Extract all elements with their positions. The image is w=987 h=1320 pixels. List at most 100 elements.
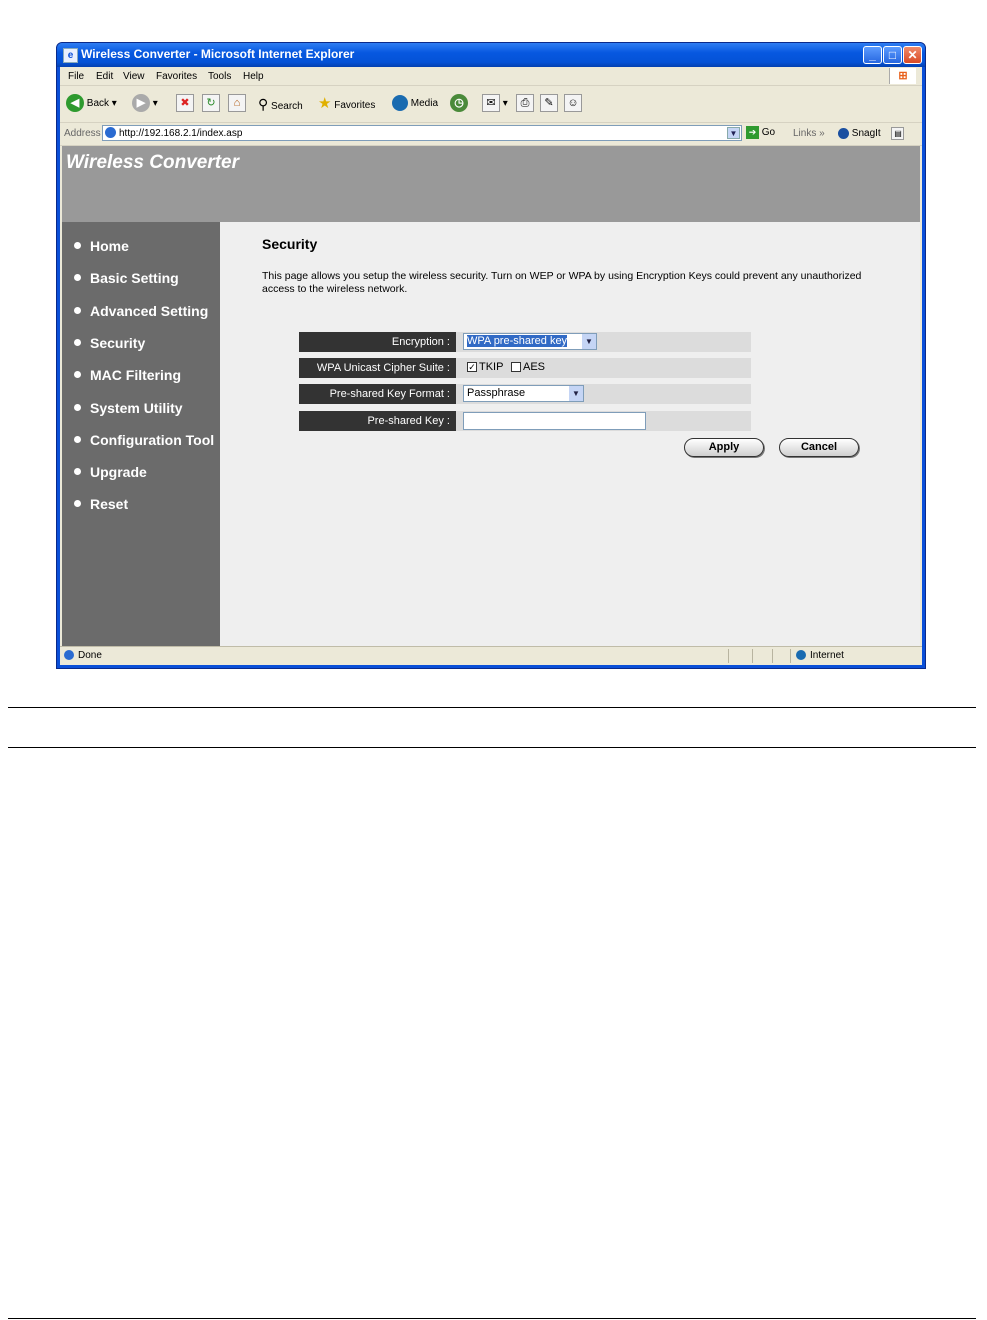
bullet-icon bbox=[74, 435, 81, 443]
tkip-label: TKIP bbox=[479, 361, 504, 373]
window-title: Wireless Converter - Microsoft Internet … bbox=[81, 47, 355, 61]
key-format-label: Pre-shared Key Format : bbox=[299, 384, 456, 404]
address-input[interactable]: http://192.168.2.1/index.asp ▼ bbox=[102, 125, 742, 141]
bullet-icon bbox=[74, 273, 81, 281]
refresh-icon: ↻ bbox=[202, 94, 220, 113]
status-bar: Done Internet bbox=[60, 646, 922, 665]
globe-icon bbox=[796, 650, 806, 661]
refresh-button[interactable]: ↻ bbox=[202, 94, 220, 114]
media-label: Media bbox=[410, 98, 439, 109]
menu-bar: File Edit View Favorites Tools Help ⊞ bbox=[60, 67, 922, 86]
nav-item-upgrade[interactable]: Upgrade bbox=[74, 464, 147, 480]
chevron-down-icon: ▼ bbox=[582, 334, 596, 349]
favorites-star-icon: ★ bbox=[318, 95, 332, 112]
forward-arrow-icon: ▶ bbox=[132, 94, 150, 113]
maximize-button[interactable]: □ bbox=[883, 46, 902, 64]
menu-favorites[interactable]: Favorites bbox=[156, 71, 197, 82]
chevron-down-icon: ▼ bbox=[569, 386, 583, 401]
menu-file[interactable]: File bbox=[68, 71, 84, 82]
snagit-icon bbox=[838, 128, 849, 139]
home-button[interactable]: ⌂ bbox=[228, 94, 246, 114]
aes-checkbox[interactable] bbox=[511, 362, 521, 372]
nav-item-reset[interactable]: Reset bbox=[74, 496, 128, 512]
media-button[interactable]: Media bbox=[392, 94, 438, 114]
cancel-button[interactable]: Cancel bbox=[779, 438, 859, 457]
browser-client: File Edit View Favorites Tools Help ⊞ ◀ … bbox=[60, 67, 922, 665]
ie-page-icon bbox=[105, 127, 116, 138]
page-rule bbox=[8, 1318, 976, 1319]
page-rule bbox=[8, 707, 976, 708]
nav-item-security[interactable]: Security bbox=[74, 335, 145, 351]
pre-shared-key-input[interactable] bbox=[463, 412, 646, 430]
ie-page-icon: e bbox=[63, 48, 78, 63]
edit-icon: ✎ bbox=[540, 94, 558, 113]
back-button[interactable]: ◀ Back ▾ bbox=[66, 94, 117, 114]
windows-logo-icon: ⊞ bbox=[889, 68, 916, 84]
favorites-label: Favorites bbox=[334, 100, 376, 111]
page-banner: Wireless Converter bbox=[62, 146, 920, 222]
encryption-label: Encryption : bbox=[299, 332, 456, 352]
mail-button[interactable]: ✉ ▾ bbox=[482, 94, 508, 114]
nav-item-mac-filtering[interactable]: MAC Filtering bbox=[74, 367, 181, 383]
bullet-icon bbox=[74, 403, 81, 411]
bullet-icon bbox=[74, 467, 81, 475]
media-globe-icon bbox=[392, 95, 408, 112]
search-label: Search bbox=[271, 101, 303, 112]
snagit-button[interactable]: SnagIt ▤ bbox=[838, 127, 905, 140]
minimize-button[interactable]: _ bbox=[863, 46, 882, 64]
menu-help[interactable]: Help bbox=[243, 71, 264, 82]
favorites-button[interactable]: ★ Favorites bbox=[318, 94, 375, 114]
nav-item-basic-setting[interactable]: Basic Setting bbox=[74, 270, 179, 286]
history-button[interactable]: ◷ bbox=[450, 94, 468, 114]
nav-item-home[interactable]: Home bbox=[74, 238, 129, 254]
nav-item-configuration-tool[interactable]: Configuration Tool bbox=[74, 432, 214, 448]
forward-button[interactable]: ▶ ▾ bbox=[132, 94, 158, 114]
browser-window: e Wireless Converter - Microsoft Interne… bbox=[56, 42, 926, 669]
sidebar-nav: Home Basic Setting Advanced Setting Secu… bbox=[62, 222, 220, 650]
go-button[interactable]: ➔ Go bbox=[746, 126, 775, 139]
snagit-window-icon[interactable]: ▤ bbox=[891, 127, 905, 140]
back-label: Back bbox=[86, 98, 110, 109]
ie-page-icon bbox=[64, 650, 74, 661]
messenger-button[interactable]: ☺ bbox=[564, 94, 582, 114]
bullet-icon bbox=[74, 499, 81, 507]
menu-edit[interactable]: Edit bbox=[96, 71, 113, 82]
close-button[interactable]: ✕ bbox=[903, 46, 922, 64]
go-label: Go bbox=[761, 127, 776, 139]
print-button[interactable]: ⎙ bbox=[516, 94, 534, 114]
banner-title: Wireless Converter bbox=[66, 152, 240, 173]
web-page: Wireless Converter Home Basic Setting Ad… bbox=[62, 146, 920, 650]
key-format-row: Pre-shared Key Format : Passphrase ▼ bbox=[299, 384, 751, 404]
tkip-checkbox[interactable]: ✓ bbox=[467, 362, 477, 372]
address-url: http://192.168.2.1/index.asp bbox=[119, 128, 243, 139]
page-rule bbox=[8, 747, 976, 748]
apply-button[interactable]: Apply bbox=[684, 438, 764, 457]
history-icon: ◷ bbox=[450, 94, 468, 113]
search-icon: ⚲ bbox=[258, 96, 269, 112]
bullet-icon bbox=[74, 306, 81, 314]
nav-item-advanced-setting[interactable]: Advanced Setting bbox=[74, 303, 208, 319]
print-icon: ⎙ bbox=[516, 94, 534, 113]
edit-button[interactable]: ✎ bbox=[540, 94, 558, 114]
pre-shared-key-label: Pre-shared Key : bbox=[299, 411, 456, 431]
security-zone: Internet bbox=[796, 650, 844, 661]
stop-icon: ✖ bbox=[176, 94, 194, 113]
go-arrow-icon: ➔ bbox=[746, 126, 759, 139]
address-dropdown-icon[interactable]: ▼ bbox=[727, 127, 740, 139]
back-arrow-icon: ◀ bbox=[66, 94, 84, 113]
search-button[interactable]: ⚲ Search bbox=[258, 94, 303, 114]
links-label[interactable]: Links » bbox=[793, 128, 825, 139]
nav-item-system-utility[interactable]: System Utility bbox=[74, 400, 183, 416]
key-format-select[interactable]: Passphrase ▼ bbox=[463, 385, 584, 402]
encryption-row: Encryption : WPA pre-shared key ▼ bbox=[299, 332, 751, 352]
status-divider bbox=[728, 649, 729, 663]
menu-view[interactable]: View bbox=[123, 71, 145, 82]
encryption-select[interactable]: WPA pre-shared key ▼ bbox=[463, 333, 597, 350]
menu-tools[interactable]: Tools bbox=[208, 71, 231, 82]
stop-button[interactable]: ✖ bbox=[176, 94, 194, 114]
title-bar[interactable]: e Wireless Converter - Microsoft Interne… bbox=[57, 43, 925, 67]
address-label: Address bbox=[64, 128, 101, 139]
standard-toolbar: ◀ Back ▾ ▶ ▾ ✖ ↻ ⌂ ⚲ Search ★ Favorites bbox=[60, 86, 922, 123]
page-description: This page allows you setup the wireless … bbox=[262, 270, 862, 295]
status-divider bbox=[772, 649, 773, 663]
